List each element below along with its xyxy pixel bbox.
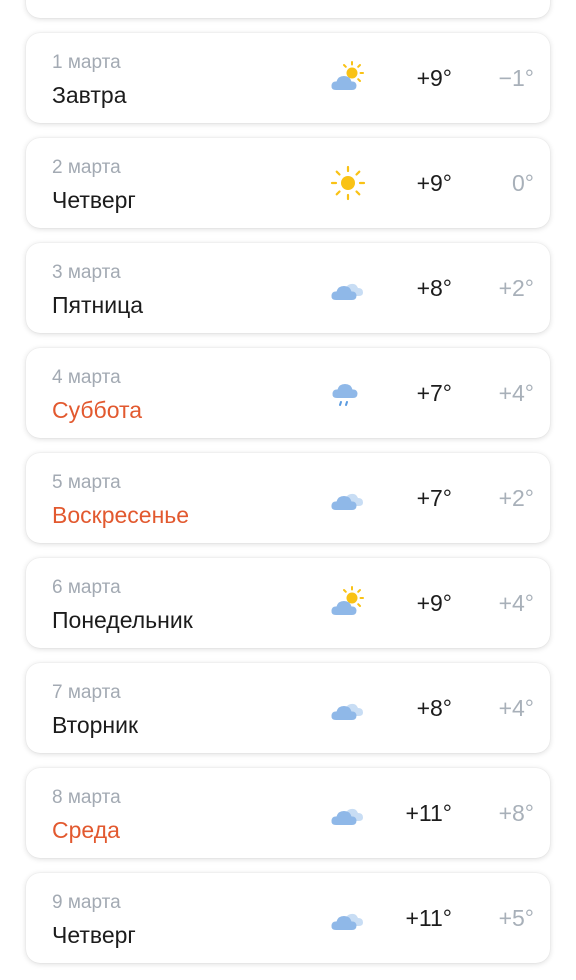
partly-cloudy-icon [331, 61, 364, 90]
forecast-card[interactable]: 3 марта Пятница +8° +2° [26, 243, 550, 333]
forecast-day: Понедельник [52, 607, 193, 633]
cloudy-icon [331, 703, 363, 720]
forecast-date: 6 марта [52, 577, 121, 598]
forecast-day: Вторник [52, 712, 139, 738]
forecast-day: Среда [52, 817, 120, 843]
max-temperature: +8° [416, 695, 452, 721]
forecast-day: Суббота [52, 397, 143, 423]
max-temperature: +9° [416, 590, 452, 616]
forecast-day: Завтра [52, 82, 127, 108]
max-temperature: +7° [416, 485, 452, 511]
forecast-card[interactable]: 9 марта Четверг +11° +5° [26, 873, 550, 963]
max-temperature: +11° [405, 800, 452, 826]
min-temperature: +8° [498, 800, 534, 826]
forecast-card[interactable]: 6 марта Понедельник +9° +4° [26, 558, 550, 648]
sun-icon [330, 165, 366, 201]
forecast-date: 9 марта [52, 892, 121, 913]
cloudy-icon [331, 913, 363, 930]
max-temperature: +7° [416, 380, 452, 406]
forecast-date: 2 марта [52, 157, 121, 178]
forecast-day: Воскресенье [52, 502, 190, 528]
forecast-date: 4 марта [52, 367, 121, 388]
min-temperature: +2° [498, 485, 534, 511]
max-temperature: +11° [405, 905, 452, 931]
min-temperature: +5° [498, 905, 534, 931]
partly-cloudy-icon [331, 586, 364, 615]
cloudy-icon [331, 808, 363, 825]
forecast-card[interactable]: 5 марта Воскресенье +7° +2° [26, 453, 550, 543]
max-temperature: +8° [416, 275, 452, 301]
forecast-day: Четверг [52, 922, 136, 948]
forecast-list: 1 марта Завтра +9° −1° 2 марта Четверг +… [0, 0, 576, 980]
forecast-date: 3 марта [52, 262, 121, 283]
cloudy-icon [331, 493, 363, 510]
forecast-card[interactable]: 8 марта Среда +11° +8° [26, 768, 550, 858]
min-temperature: +4° [498, 380, 534, 406]
forecast-card[interactable]: 2 марта Четверг +9° 0° [26, 138, 550, 228]
forecast-card[interactable]: 4 марта Суббота +7° +4° [26, 348, 550, 438]
max-temperature: +9° [416, 65, 452, 91]
min-temperature: 0° [512, 170, 534, 196]
light-rain-icon [332, 384, 358, 406]
forecast-card[interactable]: 1 марта Завтра +9° −1° [26, 33, 550, 123]
forecast-card-partial[interactable] [26, 0, 550, 18]
min-temperature: +4° [498, 590, 534, 616]
min-temperature: +4° [498, 695, 534, 721]
forecast-date: 1 марта [52, 52, 121, 73]
min-temperature: −1° [498, 65, 534, 91]
forecast-card[interactable]: 7 марта Вторник +8° +4° [26, 663, 550, 753]
max-temperature: +9° [416, 170, 452, 196]
min-temperature: +2° [498, 275, 534, 301]
forecast-date: 8 марта [52, 787, 121, 808]
forecast-day: Пятница [52, 292, 144, 318]
forecast-date: 5 марта [52, 472, 121, 493]
cloudy-icon [331, 283, 363, 300]
forecast-date: 7 марта [52, 682, 121, 703]
forecast-day: Четверг [52, 187, 136, 213]
